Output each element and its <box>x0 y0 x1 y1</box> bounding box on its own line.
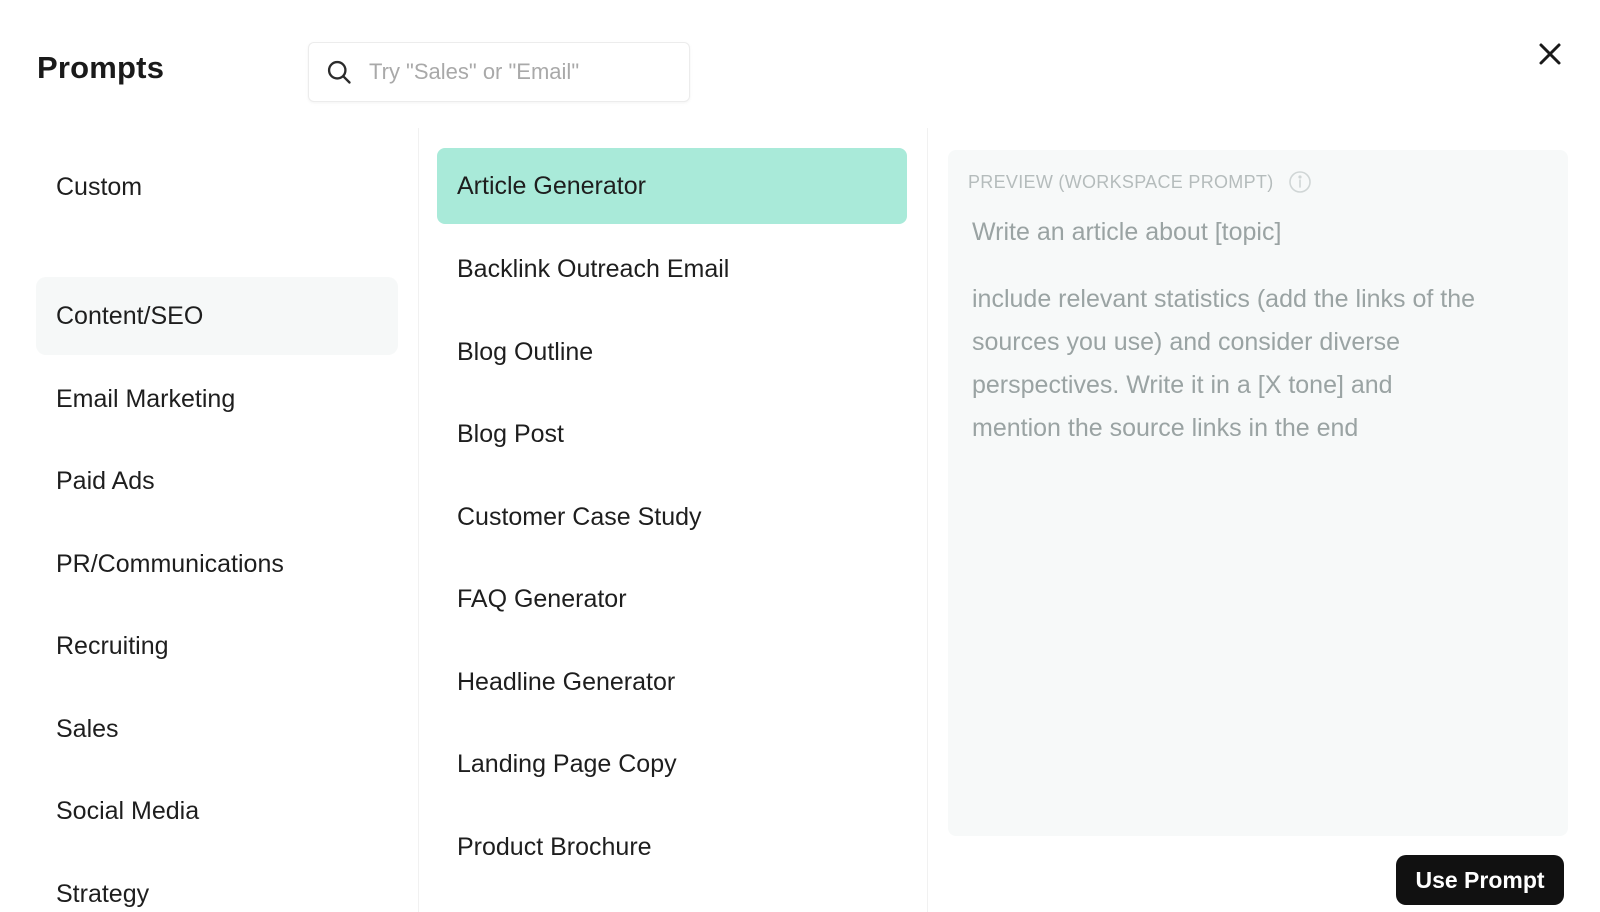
prompt-customer-case-study[interactable]: Customer Case Study <box>437 479 907 555</box>
category-label: Email Marketing <box>56 384 236 413</box>
category-recruiting[interactable]: Recruiting <box>36 607 398 685</box>
category-paid-ads[interactable]: Paid Ads <box>36 442 398 520</box>
preview-first-line: Write an article about [topic] <box>972 218 1282 246</box>
search-input[interactable] <box>369 59 669 85</box>
prompt-label: Article Generator <box>457 171 646 200</box>
prompt-backlink-outreach-email[interactable]: Backlink Outreach Email <box>437 231 907 307</box>
preview-body-line: sources you use) and consider diverse <box>972 328 1401 356</box>
prompt-landing-page-copy[interactable]: Landing Page Copy <box>437 726 907 802</box>
category-label: Paid Ads <box>56 466 155 495</box>
close-icon[interactable] <box>1534 38 1566 70</box>
preview-body-line: mention the source links in the end <box>972 414 1359 442</box>
category-label: Custom <box>56 172 143 201</box>
category-label: Strategy <box>56 879 150 908</box>
category-strategy[interactable]: Strategy <box>36 855 398 912</box>
category-label: Recruiting <box>56 631 169 660</box>
category-sales[interactable]: Sales <box>36 690 398 768</box>
prompt-label: Backlink Outreach Email <box>457 254 730 283</box>
preview-body-line: perspectives. Write it in a [X tone] and <box>972 371 1393 399</box>
preview-body-line: include relevant statistics (add the lin… <box>972 285 1476 313</box>
preview-panel: PREVIEW (WORKSPACE PROMPT) Write an arti… <box>948 150 1568 836</box>
preview-body: include relevant statistics (add the lin… <box>972 278 1542 450</box>
category-label: Content/SEO <box>56 301 204 330</box>
category-email-marketing[interactable]: Email Marketing <box>36 360 398 438</box>
category-label: PR/Communications <box>56 549 284 578</box>
info-icon[interactable] <box>1288 170 1312 194</box>
prompt-blog-post[interactable]: Blog Post <box>437 396 907 472</box>
page-title: Prompts <box>37 50 165 85</box>
prompt-faq-generator[interactable]: FAQ Generator <box>437 561 907 637</box>
category-label: Sales <box>56 714 119 743</box>
prompt-product-brochure[interactable]: Product Brochure <box>437 809 907 885</box>
category-pr-communications[interactable]: PR/Communications <box>36 525 398 603</box>
category-custom[interactable]: Custom <box>36 148 398 226</box>
category-content-seo[interactable]: Content/SEO <box>36 277 398 355</box>
prompt-label: Landing Page Copy <box>457 749 677 778</box>
category-social-media[interactable]: Social Media <box>36 772 398 850</box>
prompt-label: Blog Outline <box>457 337 594 366</box>
use-prompt-button[interactable]: Use Prompt <box>1396 855 1564 905</box>
search-box[interactable] <box>308 42 690 102</box>
search-icon <box>327 60 351 84</box>
prompt-label: Product Brochure <box>457 832 652 861</box>
column-divider <box>927 128 928 912</box>
prompt-article-generator[interactable]: Article Generator <box>437 148 907 224</box>
category-label: Social Media <box>56 796 200 825</box>
prompt-label: Customer Case Study <box>457 502 702 531</box>
column-divider <box>418 128 419 912</box>
prompt-label: Blog Post <box>457 419 565 448</box>
preview-header: PREVIEW (WORKSPACE PROMPT) <box>968 170 1312 194</box>
prompt-blog-outline[interactable]: Blog Outline <box>437 314 907 390</box>
prompt-headline-generator[interactable]: Headline Generator <box>437 644 907 720</box>
prompt-label: Headline Generator <box>457 667 676 696</box>
prompt-label: FAQ Generator <box>457 584 627 613</box>
preview-label: PREVIEW (WORKSPACE PROMPT) <box>968 171 1274 192</box>
